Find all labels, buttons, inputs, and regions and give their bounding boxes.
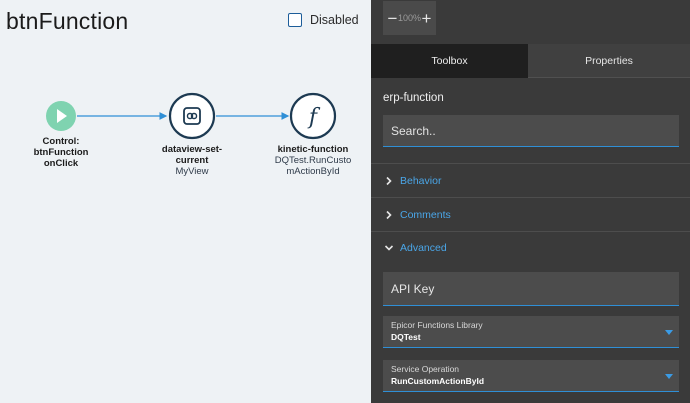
- flow-diagram: f: [46, 92, 337, 140]
- search-box: [383, 115, 679, 147]
- section-comments[interactable]: Comments: [383, 206, 451, 224]
- chevron-right-icon: [386, 176, 392, 186]
- service-operation-select[interactable]: Service Operation RunCustomActionById: [383, 360, 679, 392]
- section-comments-label: Comments: [400, 209, 451, 221]
- zoom-level: 100%: [397, 13, 422, 23]
- section-advanced-label: Advanced: [400, 242, 447, 254]
- section-behavior[interactable]: Behavior: [383, 172, 441, 190]
- dataview-node[interactable]: [168, 92, 216, 140]
- start-node[interactable]: [46, 101, 76, 131]
- api-key-input[interactable]: [383, 272, 679, 305]
- api-key-field: [383, 272, 679, 306]
- dropdown-arrow-icon: [665, 374, 673, 379]
- chevron-down-icon: [384, 245, 394, 251]
- dropdown-arrow-icon: [665, 330, 673, 335]
- panel-tabs: Toolbox Properties: [371, 44, 690, 78]
- functions-library-value: DQTest: [391, 332, 421, 342]
- properties-panel: − 100% + Toolbox Properties erp-function…: [371, 0, 690, 403]
- section-advanced[interactable]: Advanced: [383, 239, 447, 257]
- tab-toolbox[interactable]: Toolbox: [371, 44, 528, 78]
- flow-canvas[interactable]: btnFunction Disabled f Control: btnFunct…: [0, 0, 371, 403]
- zoom-control: − 100% +: [383, 1, 436, 35]
- kinetic-function-node-label: kinetic-function DQTest.RunCusto mAction…: [274, 144, 352, 177]
- section-behavior-label: Behavior: [400, 175, 442, 187]
- search-input[interactable]: [383, 115, 679, 146]
- functions-library-select[interactable]: Epicor Functions Library DQTest: [383, 316, 679, 348]
- zoom-out-button[interactable]: −: [387, 10, 398, 27]
- widget-type-name: erp-function: [383, 92, 444, 104]
- kinetic-function-node[interactable]: f: [289, 92, 337, 140]
- tab-properties[interactable]: Properties: [528, 44, 690, 78]
- start-node-label: Control: btnFunction onClick: [33, 136, 89, 169]
- dataview-node-label: dataview-set- current MyView: [161, 144, 223, 177]
- functions-library-label: Epicor Functions Library: [391, 320, 483, 330]
- divider: [371, 163, 690, 164]
- chevron-right-icon: [386, 210, 392, 220]
- service-operation-value: RunCustomActionById: [391, 376, 485, 386]
- zoom-in-button[interactable]: +: [421, 10, 432, 27]
- divider: [371, 197, 690, 198]
- service-operation-label: Service Operation: [391, 364, 460, 374]
- divider: [371, 231, 690, 232]
